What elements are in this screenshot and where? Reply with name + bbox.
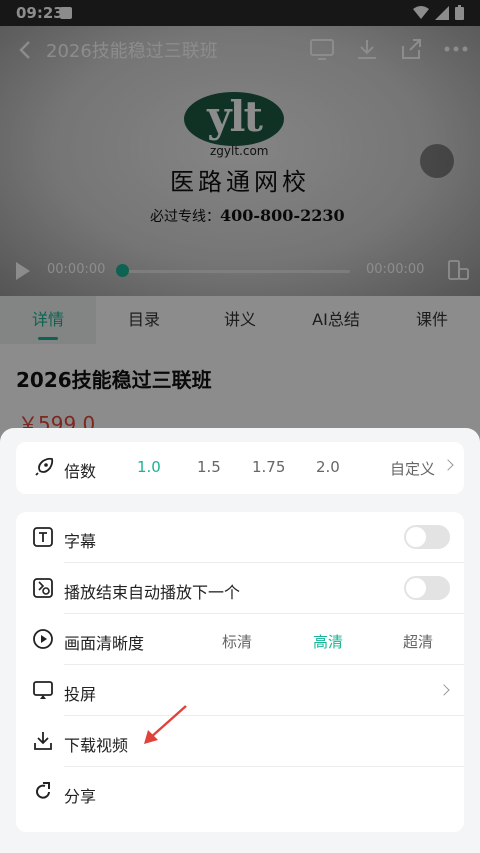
subtitle-toggle[interactable] (404, 525, 450, 549)
subtitle-icon (33, 527, 53, 547)
autoplay-icon (33, 578, 53, 598)
share-row[interactable]: 分享 (16, 767, 464, 818)
chevron-right-icon (442, 459, 454, 471)
share-icon (36, 782, 50, 799)
download-icon (34, 732, 52, 750)
cast-row[interactable]: 投屏 (16, 665, 464, 716)
cast-label: 投屏 (64, 685, 97, 704)
download-label: 下载视频 (64, 736, 129, 755)
speed-option-1-5[interactable]: 1.5 (197, 458, 221, 476)
speed-option-1-0[interactable]: 1.0 (137, 458, 161, 476)
playback-speed-card: 倍数 1.0 1.5 1.75 2.0 自定义 (16, 442, 464, 494)
autoplay-label: 播放结束自动播放下一个 (64, 583, 241, 602)
annotation-arrow (144, 705, 187, 744)
download-row[interactable]: 下载视频 (16, 716, 464, 767)
rocket-icon (35, 457, 54, 476)
speed-custom[interactable]: 自定义 (390, 458, 435, 479)
speed-option-2-0[interactable]: 2.0 (316, 458, 340, 476)
player-settings-sheet: 倍数 1.0 1.5 1.75 2.0 自定义 字幕 播放结束自动播放下一个 画… (0, 428, 480, 853)
chevron-right-icon (438, 684, 450, 696)
share-label: 分享 (64, 787, 97, 806)
quality-row: 画面清晰度 标清 高清 超清 (16, 614, 464, 665)
quality-label: 画面清晰度 (64, 634, 145, 653)
play-circle-icon (33, 629, 53, 649)
speed-option-1-75[interactable]: 1.75 (252, 458, 285, 476)
player-options-card: 字幕 播放结束自动播放下一个 画面清晰度 标清 高清 超清 投屏 下载视频 分享 (16, 512, 464, 832)
subtitle-label: 字幕 (64, 532, 97, 551)
quality-option-sd[interactable]: 标清 (222, 631, 252, 652)
screen-cast-icon (33, 681, 53, 699)
autoplay-toggle[interactable] (404, 576, 450, 600)
speed-label: 倍数 (64, 462, 97, 481)
autoplay-row: 播放结束自动播放下一个 (16, 563, 464, 614)
subtitle-row: 字幕 (16, 512, 464, 563)
quality-option-uhd[interactable]: 超清 (403, 631, 433, 652)
quality-option-hd[interactable]: 高清 (313, 631, 343, 652)
